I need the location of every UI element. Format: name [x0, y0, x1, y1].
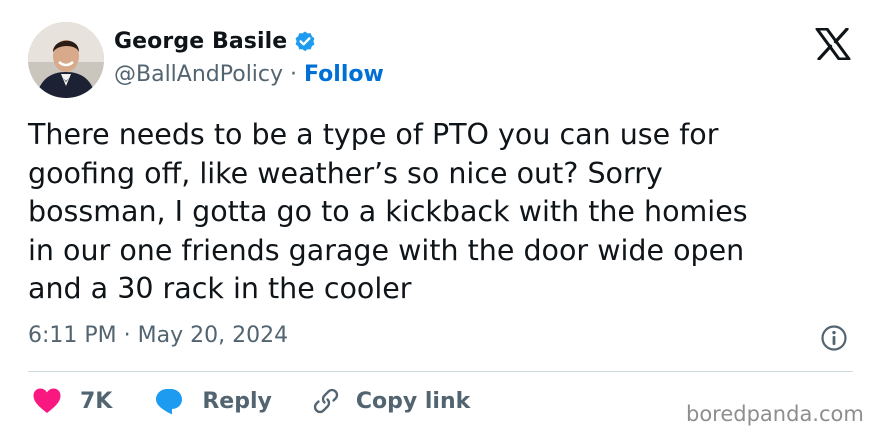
author-display-name[interactable]: George Basile	[114, 29, 287, 54]
timestamp-separator: ·	[123, 323, 131, 348]
handle-separator: ·	[290, 62, 298, 87]
copy-link-label: Copy link	[355, 388, 471, 414]
follow-button[interactable]: Follow	[304, 62, 384, 87]
author-avatar[interactable]	[28, 22, 104, 98]
watermark: boredpanda.com	[686, 402, 864, 426]
tweet-text: There needs to be a type of PTO you can …	[28, 118, 748, 306]
author-handle[interactable]: @BallAndPolicy	[114, 62, 283, 87]
heart-icon	[33, 388, 61, 413]
tweet-actions: 7K Reply Copy link	[32, 386, 470, 416]
like-button[interactable]: 7K	[32, 387, 112, 415]
reply-bubble-icon	[156, 389, 183, 415]
tweet-time: 6:11 PM	[28, 323, 117, 348]
x-logo-icon[interactable]	[815, 28, 851, 60]
reply-button[interactable]: Reply	[154, 386, 272, 416]
info-icon[interactable]	[820, 324, 848, 352]
author-handle-row: @BallAndPolicy · Follow	[114, 62, 384, 87]
reply-label: Reply	[202, 388, 272, 414]
author-name-row: George Basile	[114, 29, 317, 54]
like-count: 7K	[80, 388, 113, 414]
tweet-date: May 20, 2024	[137, 323, 289, 348]
verified-badge-icon	[295, 31, 315, 51]
divider	[28, 371, 853, 372]
copy-link-button[interactable]: Copy link	[312, 387, 470, 415]
profile-photo-icon	[28, 22, 104, 98]
tweet-timestamp[interactable]: 6:11 PM · May 20, 2024	[28, 323, 288, 348]
link-icon	[313, 388, 339, 414]
